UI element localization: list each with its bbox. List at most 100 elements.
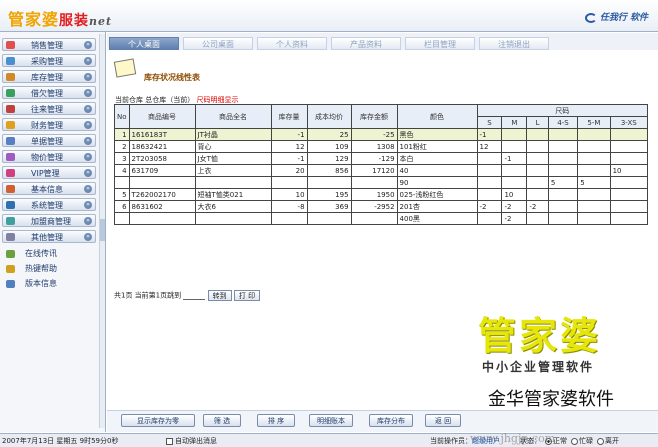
sidebar-link-hotkey[interactable]: 热键帮助 [6,263,57,274]
action-button-5[interactable]: 返 回 [425,414,461,427]
tab-2[interactable]: 个人资料 [257,37,327,50]
action-button-1[interactable]: 筛 选 [203,414,241,427]
chevron-right-icon: » [84,41,92,49]
tab-bar: 个人桌面 公司桌面 个人资料 产品资料 栏目管理 注销退出 [107,33,658,50]
cell-size-5 [609,200,649,213]
cell-cost: 129 [306,152,352,165]
cell-no: 1 [114,128,130,141]
col-cost: 成本均价 [306,104,352,129]
sidebar-item-loan[interactable]: 借欠管理 » [2,86,96,99]
cell-name [194,212,272,225]
cell-code: 18632421 [128,140,196,153]
cell-qty [270,212,308,225]
brand-text: 任我行 软件 [599,13,648,23]
operator-name[interactable]: 超级用户 [472,437,500,445]
cell-code: T262002170 [128,188,196,201]
sidebar-item-other[interactable]: 其他管理 » [2,230,96,243]
cell-size-3 [547,212,579,225]
table-row[interactable]: 1 1616183T JT衬晶 -1 25 -25 黑色 -1 [114,128,649,141]
tab-1[interactable]: 公司桌面 [183,37,253,50]
franchise-icon [6,217,15,225]
table-row[interactable]: 4 631709 上衣 20 856 17120 40 10 [114,164,649,177]
cell-size-0 [476,164,503,177]
table-row[interactable]: 400黑 -2 [114,212,649,225]
sidebar-item-info[interactable]: 基本信息 » [2,182,96,195]
cell-code [128,212,196,225]
logo-part2: 服装 [59,13,90,29]
cell-size-1: -2 [501,212,528,225]
system-icon [6,201,15,209]
sidebar-item-inventory[interactable]: 库存管理 » [2,70,96,83]
cell-qty: 20 [270,164,308,177]
col-name: 商品全名 [194,104,272,129]
auto-popup-option[interactable]: 自动弹出消息 [166,436,217,446]
cell-qty: -1 [270,152,308,165]
status-radio[interactable] [545,437,552,445]
cell-size-4 [577,128,611,141]
cell-size-1: -2 [501,200,528,213]
sidebar-item-label: 库存管理 [31,73,63,82]
tab-3[interactable]: 产品资料 [331,37,401,50]
print-button[interactable]: 打 印 [233,290,261,301]
action-button-4[interactable]: 库存分布 [369,414,413,427]
action-button-0[interactable]: 显示库存为零 [121,414,195,427]
table-row[interactable]: 2 18632421 背心 12 109 1308 101粉红 12 [114,140,649,153]
sidebar-item-price[interactable]: 物价管理 » [2,150,96,163]
table-row[interactable]: 90 5 5 [114,176,649,189]
jump-button[interactable]: 转到 [207,290,232,301]
size-detail-link[interactable]: 尺码明细显示 [196,96,238,104]
cell-size-4 [577,200,611,213]
report-title: 库存状况线性表 [144,73,200,82]
status-radio[interactable] [597,437,604,445]
cell-name: 短袖T恤类021 [194,188,272,201]
cell-qty: -8 [270,200,308,213]
action-bar: 显示库存为零筛 选 排 序 明细账本 库存分布返 回 [107,410,658,432]
sidebar-item-sales[interactable]: 销售管理 » [2,38,96,51]
cell-size-2 [526,128,549,141]
watermark-subtitle: 中小企业管理软件 [482,360,595,374]
sidebar-item-franchise[interactable]: 加盟商管理 » [2,214,96,227]
chevron-right-icon: » [84,137,92,145]
sidebar-item-finance[interactable]: 财务管理 » [2,118,96,131]
chevron-right-icon: » [84,185,92,193]
sidebar-item-purchase[interactable]: 采购管理 » [2,54,96,67]
cell-size-4: 5 [577,176,611,189]
cell-size-0 [476,212,503,225]
sidebar-scroll-handle[interactable] [100,219,105,241]
col-code: 商品编号 [128,104,196,129]
table-row[interactable]: 3 2T203058 J女T恤 -1 129 -129 本白 -1 [114,152,649,165]
table-row[interactable]: 5 T262002170 短袖T恤类021 10 195 1950 025-浅粉红色 10 [114,188,649,201]
app-header: 管家婆服装net 任我行 软件 [0,0,658,32]
tab-0[interactable]: 个人桌面 [109,37,179,50]
sidebar-scrollbar[interactable] [99,34,105,428]
speaker-icon [6,249,15,258]
chevron-right-icon: » [84,153,92,161]
page-jump-input[interactable] [183,291,206,300]
sidebar-item-contacts[interactable]: 往来管理 » [2,102,96,115]
action-button-3[interactable]: 明细账本 [309,414,353,427]
auto-popup-label: 自动弹出消息 [175,437,217,445]
col-color: 颜色 [396,104,478,129]
cell-size-1 [501,140,528,153]
status-radio[interactable] [571,437,578,445]
status-option-0[interactable]: 正常 [545,437,567,445]
chevron-right-icon: » [84,105,92,113]
status-option-1[interactable]: 忙碌 [571,437,593,445]
tab-4[interactable]: 栏目管理 [405,37,475,50]
sidebar-link-speaker[interactable]: 在线传讯 [6,248,57,259]
sidebar-link-version[interactable]: 版本信息 [6,278,57,289]
finance-icon [6,121,15,129]
sidebar-item-vip[interactable]: VIP管理 » [2,166,96,179]
sidebar-item-documents[interactable]: 单据管理 » [2,134,96,147]
status-option-label: 忙碌 [579,437,593,445]
cell-size-2 [526,140,549,153]
tab-5[interactable]: 注销退出 [479,37,549,50]
cell-size-2 [526,188,549,201]
table-row[interactable]: 6 8631602 大衣6 -8 369 -2952 201杏 -2 -2 -2 [114,200,649,213]
cell-cost: 195 [306,188,352,201]
action-button-2[interactable]: 排 序 [257,414,295,427]
report-icon [113,58,137,78]
sidebar-item-system[interactable]: 系统管理 » [2,198,96,211]
auto-popup-checkbox[interactable] [166,437,173,445]
status-option-2[interactable]: 离开 [597,437,619,445]
